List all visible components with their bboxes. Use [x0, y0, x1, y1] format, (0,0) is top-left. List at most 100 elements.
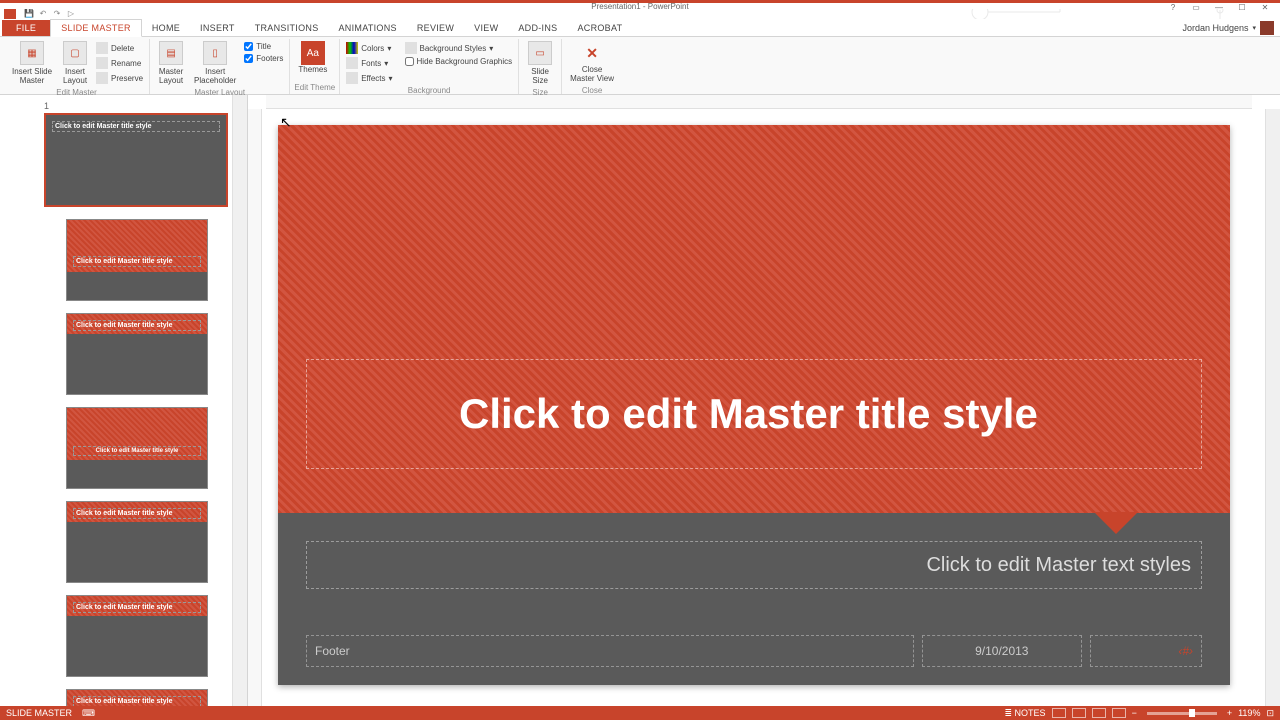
colors-button[interactable]: Colors▾: [344, 41, 394, 55]
slide-canvas[interactable]: Click to edit Master title style Click t…: [278, 125, 1230, 685]
zoom-in-button[interactable]: +: [1227, 708, 1232, 718]
effects-icon: [346, 72, 358, 84]
outline-gutter: [0, 95, 40, 706]
window-title: Presentation1 - PowerPoint: [591, 2, 688, 11]
slide-size-button[interactable]: ▭ Slide Size: [523, 39, 557, 87]
placeholder-icon: ▯: [203, 41, 227, 65]
hide-bg-checkbox[interactable]: Hide Background Graphics: [403, 56, 515, 67]
group-size: ▭ Slide Size Size: [519, 39, 562, 94]
effects-button[interactable]: Effects▾: [344, 71, 394, 85]
group-edit-theme: Aa Themes Edit Theme: [290, 39, 340, 94]
layout-thumbnail-6[interactable]: Click to edit Master title style: [66, 689, 208, 706]
group-edit-master: ▦ Insert Slide Master ▢ Insert Layout De…: [4, 39, 150, 94]
layout-thumbnail-2[interactable]: Click to edit Master title style: [66, 313, 208, 395]
title-placeholder[interactable]: Click to edit Master title style: [306, 359, 1202, 469]
close-master-view-button[interactable]: Close Master View: [566, 39, 618, 85]
layout-thumbnail-1[interactable]: Click to edit Master title style: [66, 219, 208, 301]
tab-acrobat[interactable]: ACROBAT: [567, 20, 632, 36]
themes-icon: Aa: [301, 41, 325, 65]
zoom-slider[interactable]: [1147, 712, 1217, 715]
maximize-button[interactable]: ☐: [1231, 3, 1253, 12]
layout-thumbnail-5[interactable]: Click to edit Master title style: [66, 595, 208, 677]
pointer-shape: [1094, 512, 1138, 534]
editor-scrollbar[interactable]: [1265, 109, 1280, 706]
ribbon-tabs: FILE SLIDE MASTER HOME INSERT TRANSITION…: [0, 19, 1280, 37]
slide-list[interactable]: 1 Click to edit Master title style Click…: [40, 95, 232, 706]
layout-icon: ▢: [63, 41, 87, 65]
tab-transitions[interactable]: TRANSITIONS: [245, 20, 329, 36]
background-styles-button[interactable]: Background Styles▾: [403, 41, 515, 55]
status-lang-icon[interactable]: ⌨: [82, 708, 95, 719]
avatar: [1260, 21, 1274, 35]
ribbon: ▦ Insert Slide Master ▢ Insert Layout De…: [0, 37, 1280, 95]
thumbnail-scrollbar[interactable]: [232, 95, 247, 706]
delete-icon: [96, 42, 108, 54]
save-icon[interactable]: 💾: [22, 9, 36, 19]
group-close: Close Master View Close: [562, 39, 622, 94]
group-background: Colors▾ Fonts▾ Effects▾ Background Style…: [340, 39, 519, 94]
redo-icon[interactable]: ↷: [50, 9, 64, 19]
subtitle-placeholder[interactable]: Click to edit Master text styles: [306, 541, 1202, 589]
title-checkbox[interactable]: Title: [242, 41, 285, 52]
slide-gray-region: Click to edit Master text styles Footer …: [278, 513, 1230, 685]
close-window-button[interactable]: ✕: [1254, 3, 1276, 12]
slide-master-icon: ▦: [20, 41, 44, 65]
master-thumbnail[interactable]: Click to edit Master title style: [44, 113, 228, 207]
normal-view-button[interactable]: [1052, 708, 1066, 718]
user-name: Jordan Hudgens: [1182, 23, 1248, 33]
themes-button[interactable]: Aa Themes: [294, 39, 331, 82]
main-area: 1 Click to edit Master title style Click…: [0, 95, 1280, 706]
start-slideshow-icon[interactable]: ▷: [64, 9, 78, 19]
group-master-layout: ▤ Master Layout ▯ Insert Placeholder Tit…: [150, 39, 290, 94]
ribbon-display-icon[interactable]: ▭: [1185, 3, 1207, 12]
sorter-view-button[interactable]: [1072, 708, 1086, 718]
status-mode: SLIDE MASTER: [6, 708, 72, 718]
slideshow-view-button[interactable]: [1112, 708, 1126, 718]
tab-addins[interactable]: ADD-INS: [508, 20, 567, 36]
preserve-icon: [96, 72, 108, 84]
subtitle-text: Click to edit Master text styles: [926, 554, 1191, 577]
rename-button[interactable]: Rename: [94, 56, 145, 70]
tab-file[interactable]: FILE: [2, 20, 50, 36]
title-text: Click to edit Master title style: [459, 390, 1038, 438]
tab-slide-master[interactable]: SLIDE MASTER: [50, 19, 142, 37]
tab-review[interactable]: REVIEW: [407, 20, 464, 36]
footers-checkbox[interactable]: Footers: [242, 53, 285, 64]
rename-icon: [96, 57, 108, 69]
zoom-out-button[interactable]: −: [1132, 708, 1137, 718]
vertical-ruler: [248, 109, 262, 706]
tab-home[interactable]: HOME: [142, 20, 190, 36]
zoom-handle[interactable]: [1189, 709, 1195, 717]
tab-insert[interactable]: INSERT: [190, 20, 245, 36]
slide-editor: Click to edit Master title style Click t…: [248, 95, 1280, 706]
fonts-button[interactable]: Fonts▾: [344, 56, 394, 70]
colors-icon: [346, 42, 358, 54]
layout-thumbnail-4[interactable]: Click to edit Master title style: [66, 501, 208, 583]
zoom-level[interactable]: 119%: [1238, 708, 1260, 718]
help-icon[interactable]: ?: [1162, 3, 1184, 12]
user-account[interactable]: Jordan Hudgens ▾: [1182, 21, 1274, 35]
master-layout-button[interactable]: ▤ Master Layout: [154, 39, 188, 87]
insert-placeholder-button[interactable]: ▯ Insert Placeholder: [190, 39, 240, 87]
tab-view[interactable]: VIEW: [464, 20, 508, 36]
bg-styles-icon: [405, 42, 417, 54]
slide-number-placeholder[interactable]: ‹#›: [1090, 635, 1202, 667]
group-label-edit-theme: Edit Theme: [294, 82, 335, 94]
insert-layout-button[interactable]: ▢ Insert Layout: [58, 39, 92, 87]
preserve-button[interactable]: Preserve: [94, 71, 145, 85]
delete-button[interactable]: Delete: [94, 41, 145, 55]
notes-button[interactable]: ≣ NOTES: [1005, 708, 1046, 719]
title-bar: Presentation1 - PowerPoint ? ▭ — ☐ ✕: [0, 0, 1280, 9]
insert-slide-master-button[interactable]: ▦ Insert Slide Master: [8, 39, 56, 87]
fit-to-window-button[interactable]: ⊡: [1266, 708, 1274, 719]
close-icon: [580, 41, 604, 65]
tab-animations[interactable]: ANIMATIONS: [329, 20, 407, 36]
slide-number: 1: [44, 101, 228, 111]
date-placeholder[interactable]: 9/10/2013: [922, 635, 1082, 667]
footer-placeholder[interactable]: Footer: [306, 635, 914, 667]
layout-thumbnail-3[interactable]: Click to edit Master title style: [66, 407, 208, 489]
minimize-button[interactable]: —: [1208, 3, 1230, 12]
undo-icon[interactable]: ↶: [36, 9, 50, 19]
master-layout-icon: ▤: [159, 41, 183, 65]
reading-view-button[interactable]: [1092, 708, 1106, 718]
